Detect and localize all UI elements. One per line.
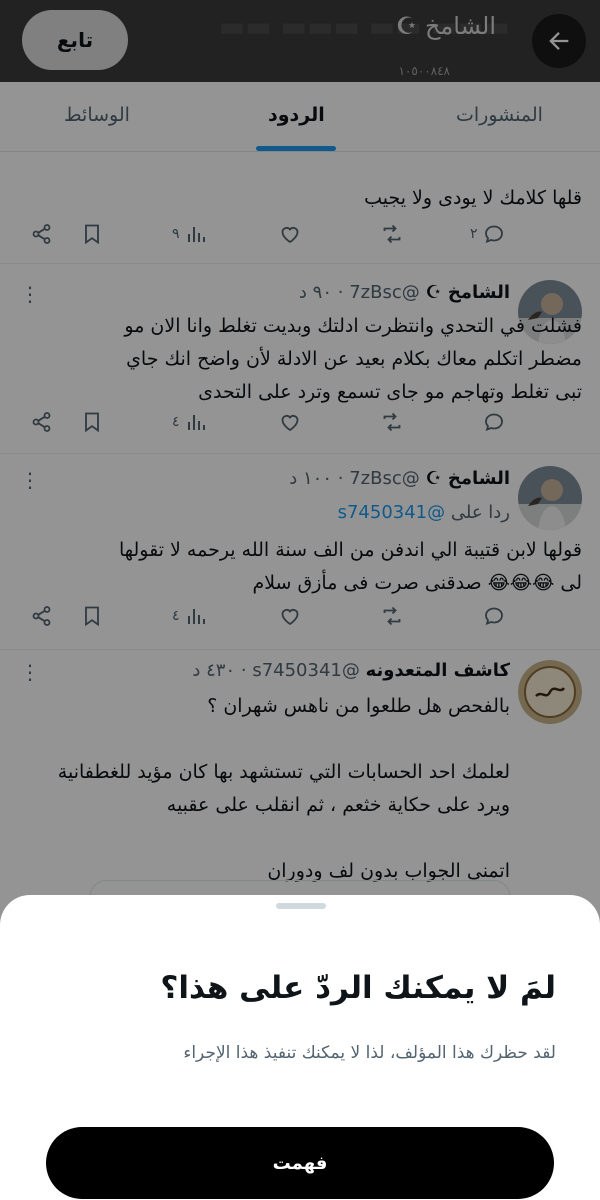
sheet-title: لمَ لا يمكنك الردّ على هذا؟ bbox=[160, 970, 556, 1006]
blocked-info-sheet: لمَ لا يمكنك الردّ على هذا؟ لقد حظرك هذا… bbox=[0, 895, 600, 1200]
sheet-drag-handle[interactable] bbox=[276, 903, 326, 909]
sheet-body-text: لقد حظرك هذا المؤلف، لذا لا يمكنك تنفيذ … bbox=[183, 1043, 556, 1063]
got-it-button[interactable]: فهمت bbox=[46, 1127, 554, 1199]
